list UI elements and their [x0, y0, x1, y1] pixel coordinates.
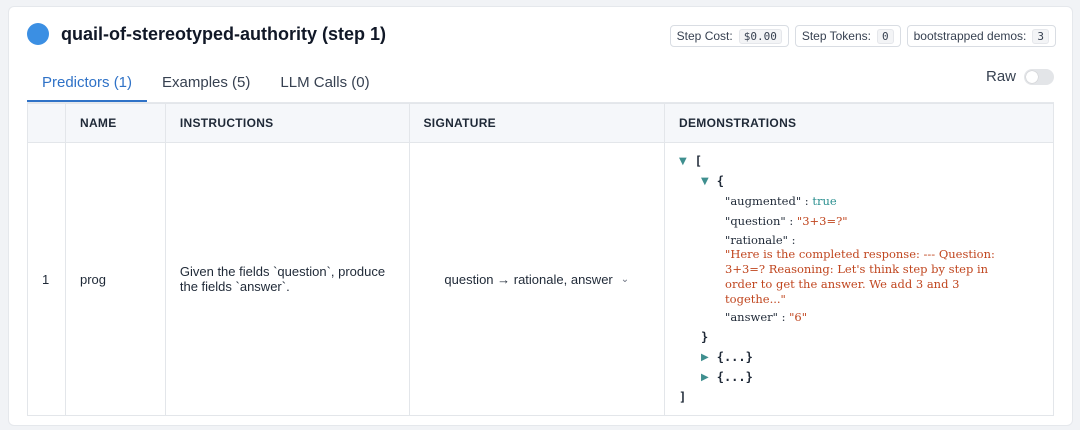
- caret-right-icon[interactable]: ▶: [701, 371, 709, 384]
- toggle-knob: [1026, 70, 1038, 83]
- json-viewer: ▼ [ ▼ { "augmented" : true "question" : …: [679, 143, 1039, 415]
- signature-dropdown[interactable]: question → rationale, answer ⌄: [424, 272, 651, 287]
- row-instructions: Given the fields `question`, produce the…: [164, 142, 410, 416]
- open-bracket: [: [694, 153, 702, 168]
- question-key: "question" :: [725, 213, 794, 228]
- card-header: quail-of-stereotyped-authority (step 1): [27, 23, 386, 45]
- close-brace: }: [701, 329, 709, 344]
- step-cost-badge: Step Cost: $0.00: [669, 25, 789, 47]
- table-header-row: NAME INSTRUCTIONS SIGNATURE DEMONSTRATIO…: [27, 103, 1054, 143]
- json-array-open[interactable]: ▼ [: [679, 151, 1039, 171]
- caret-down-icon[interactable]: ▼: [701, 175, 709, 188]
- column-header-instructions: INSTRUCTIONS: [164, 103, 410, 143]
- page-title: quail-of-stereotyped-authority (step 1): [61, 23, 387, 44]
- column-header-signature: SIGNATURE: [408, 103, 666, 143]
- bootstrapped-demos-label: bootstrapped demos:: [913, 29, 1027, 43]
- status-dot: [27, 23, 49, 45]
- json-field-question: "question" : "3+3=?": [679, 211, 1039, 231]
- row-index: 1: [27, 142, 66, 416]
- tab-predictors[interactable]: Predictors (1): [27, 69, 148, 102]
- answer-key: "answer" :: [725, 309, 786, 324]
- step-tokens-badge: Step Tokens: 0: [794, 25, 901, 47]
- column-header-name: NAME: [64, 103, 166, 143]
- open-brace: {: [716, 173, 724, 188]
- raw-toggle-label: Raw: [985, 68, 1016, 85]
- json-field-answer: "answer" : "6": [679, 307, 1039, 327]
- chevron-down-icon: ⌄: [620, 273, 630, 285]
- raw-toggle[interactable]: [1024, 68, 1054, 85]
- predictors-table: NAME INSTRUCTIONS SIGNATURE DEMONSTRATIO…: [27, 103, 1054, 416]
- row-signature-cell: question → rationale, answer ⌄: [408, 142, 666, 416]
- run-card: quail-of-stereotyped-authority (step 1) …: [8, 6, 1073, 426]
- row-name: prog: [64, 142, 166, 416]
- stats-badges: Step Cost: $0.00 Step Tokens: 0 bootstra…: [669, 25, 1056, 47]
- collapsed-object: {...}: [716, 349, 753, 364]
- step-tokens-label: Step Tokens:: [801, 29, 871, 43]
- json-collapsed-item[interactable]: ▶ {...}: [679, 367, 1039, 387]
- row-demonstrations: ▼ [ ▼ { "augmented" : true "question" : …: [664, 142, 1054, 416]
- augmented-value: true: [812, 193, 837, 208]
- table-row: 1 prog Given the fields `question`, prod…: [27, 142, 1054, 416]
- step-cost-label: Step Cost:: [676, 29, 733, 43]
- rationale-key: "rationale" :: [725, 233, 796, 247]
- tab-llm-calls[interactable]: LLM Calls (0): [265, 69, 384, 102]
- augmented-key: "augmented" :: [725, 193, 809, 208]
- caret-down-icon[interactable]: ▼: [679, 155, 687, 168]
- column-header-demonstrations: DEMONSTRATIONS: [664, 103, 1054, 143]
- bootstrapped-demos-badge: bootstrapped demos: 3: [906, 25, 1056, 47]
- bootstrapped-demos-value: 3: [1032, 28, 1049, 44]
- rationale-value: "Here is the completed response: --- Que…: [725, 247, 995, 306]
- json-collapsed-item[interactable]: ▶ {...}: [679, 347, 1039, 367]
- tab-examples[interactable]: Examples (5): [147, 69, 265, 102]
- signature-text: question → rationale, answer: [444, 271, 613, 287]
- json-object-close: }: [679, 327, 1039, 347]
- column-header-index: [27, 103, 66, 143]
- caret-right-icon[interactable]: ▶: [701, 351, 709, 364]
- question-value: "3+3=?": [796, 213, 848, 228]
- step-tokens-value: 0: [877, 28, 894, 44]
- tab-bar: Predictors (1) Examples (5) LLM Calls (0…: [27, 69, 385, 102]
- collapsed-object: {...}: [716, 369, 753, 384]
- raw-toggle-group: Raw: [986, 68, 1054, 85]
- json-field-augmented: "augmented" : true: [679, 191, 1039, 211]
- json-object-open[interactable]: ▼ {: [679, 171, 1039, 191]
- answer-value: "6": [789, 309, 808, 324]
- json-array-close: ]: [679, 387, 1039, 407]
- json-field-rationale: "rationale" : "Here is the completed res…: [679, 234, 1039, 307]
- step-cost-value: $0.00: [738, 28, 782, 44]
- close-bracket: ]: [679, 389, 687, 404]
